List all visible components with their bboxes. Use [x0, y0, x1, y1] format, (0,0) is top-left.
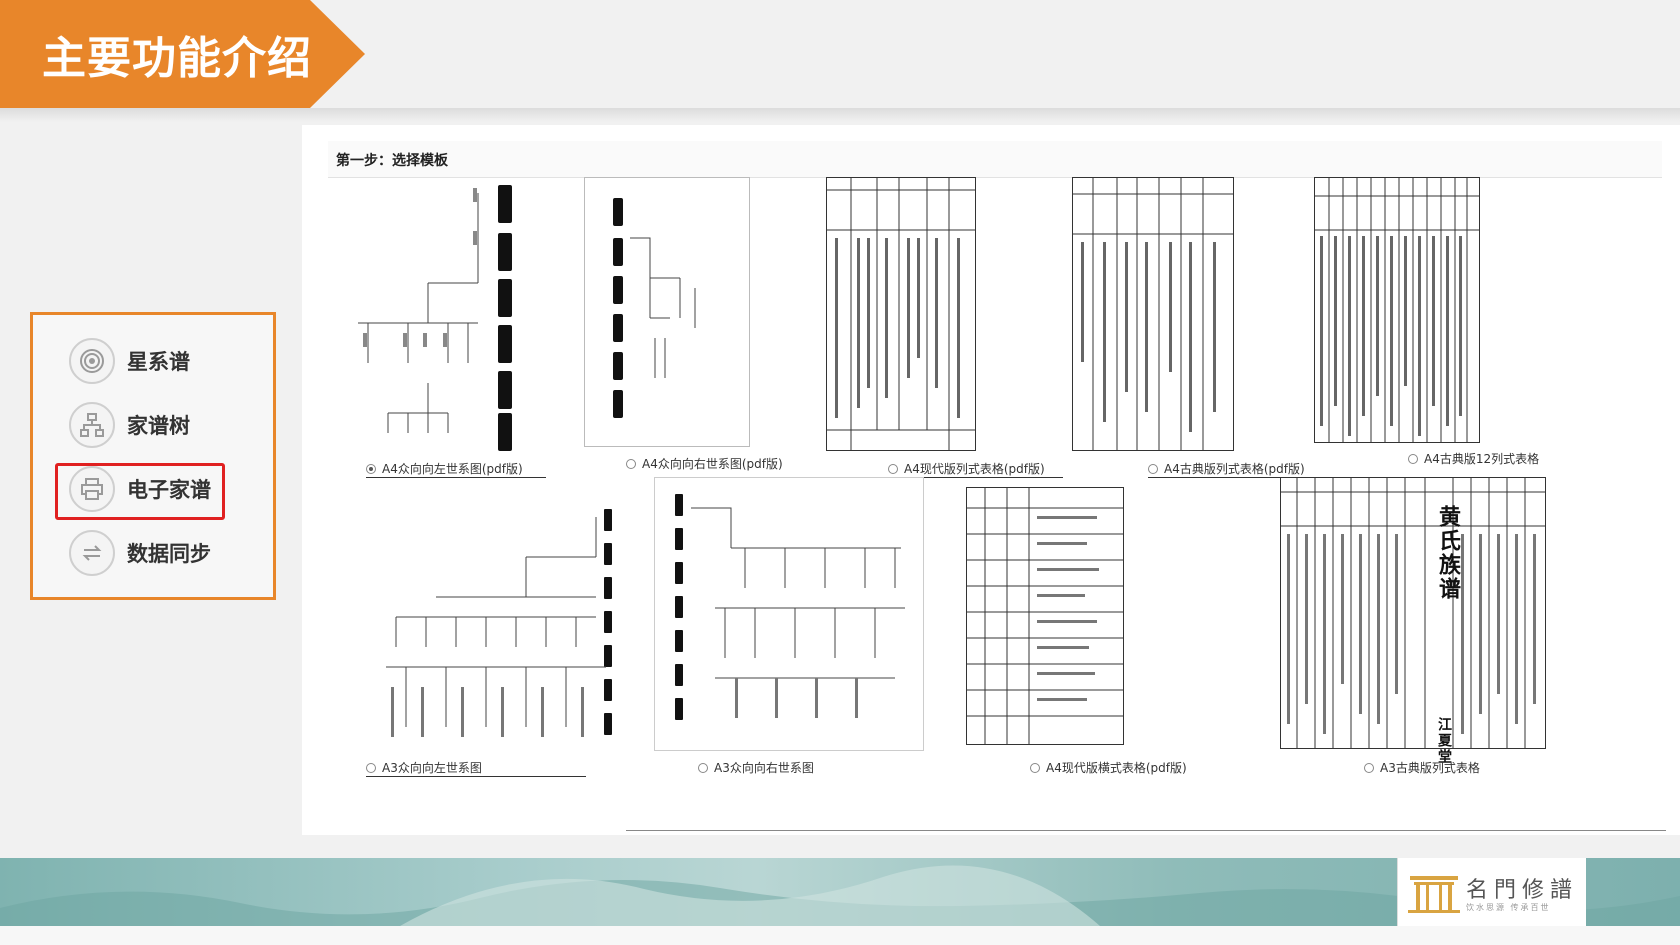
template-thumb-a4-classic-column[interactable]: [1072, 177, 1234, 451]
step-header: 第一步：选择模板: [328, 141, 1662, 178]
template-option-a4-modern-row[interactable]: A4现代版横式表格(pdf版): [1030, 759, 1187, 776]
radio-button[interactable]: [1030, 762, 1040, 773]
option-label: A4现代版横式表格(pdf版): [1046, 761, 1187, 775]
brand-logo: 名門修譜 饮水思源 传承百世: [1397, 858, 1586, 926]
template-option-a4-modern-column[interactable]: A4现代版列式表格(pdf版): [888, 460, 1045, 477]
template-thumb-a4-left[interactable]: [348, 183, 520, 463]
header-shadow: [0, 108, 1680, 122]
preview-title: 黄氏族谱: [1435, 505, 1461, 601]
step-label: 第一步：选择模板: [336, 153, 448, 169]
template-option-a4-classic-column[interactable]: A4古典版列式表格(pdf版): [1148, 460, 1305, 477]
preview-hall: 江夏堂: [1436, 717, 1452, 765]
template-thumb-a3-right[interactable]: [654, 477, 924, 751]
template-thumb-a4-right[interactable]: [584, 177, 750, 447]
menu-item-label: 电子家谱: [127, 478, 211, 502]
logo-tagline: 饮水思源 传承百世: [1466, 903, 1551, 912]
template-thumb-a4-modern-row[interactable]: [966, 487, 1124, 745]
option-label: A3古典版列式表格: [1380, 761, 1480, 775]
radio-button[interactable]: [1148, 463, 1158, 474]
template-option-a4-left[interactable]: A4众向向左世系图(pdf版): [366, 460, 523, 477]
gate-icon: [1408, 876, 1460, 913]
option-label: A3众向向右世系图: [714, 761, 814, 775]
radio-button[interactable]: [1364, 762, 1374, 773]
printer-icon: [69, 466, 115, 512]
template-option-a3-left[interactable]: A3众向向左世系图: [366, 759, 482, 776]
radio-button[interactable]: [1408, 453, 1418, 464]
radio-button[interactable]: [366, 762, 376, 773]
bottom-strip: [0, 926, 1680, 945]
galaxy-icon: [69, 338, 115, 384]
template-option-a3-right[interactable]: A3众向向右世系图: [698, 759, 814, 776]
menu-item-e-genealogy[interactable]: 电子家谱: [69, 463, 211, 515]
option-label: A4众向向左世系图(pdf版): [382, 462, 523, 476]
menu-item-label: 家谱树: [127, 414, 190, 438]
template-thumb-a4-modern-column[interactable]: [826, 177, 976, 451]
radio-button[interactable]: [626, 458, 636, 469]
option-label: A4现代版列式表格(pdf版): [904, 462, 1045, 476]
template-option-a3-classic-column[interactable]: A3古典版列式表格: [1364, 759, 1480, 776]
logo-text: 名門修譜: [1466, 878, 1579, 903]
tree-icon: [69, 402, 115, 448]
option-label: A4众向向右世系图(pdf版): [642, 457, 783, 471]
radio-button[interactable]: [888, 463, 898, 474]
sync-icon: [69, 530, 115, 576]
feature-menu: 星系谱 家谱树 电子家谱 数据同步: [30, 312, 276, 600]
menu-item-label: 数据同步: [127, 542, 211, 566]
template-thumb-a3-classic-column[interactable]: [1280, 477, 1546, 749]
radio-button[interactable]: [366, 463, 376, 474]
template-option-a4-right[interactable]: A4众向向右世系图(pdf版): [626, 455, 783, 472]
option-label: A4古典版12列式表格: [1424, 452, 1540, 466]
divider: [366, 776, 586, 777]
menu-item-galaxy[interactable]: 星系谱: [69, 335, 190, 387]
menu-item-data-sync[interactable]: 数据同步: [69, 527, 211, 579]
menu-item-label: 星系谱: [127, 350, 190, 374]
template-panel: 第一步：选择模板 A4众向向左世系图(pdf版) A4众向向右世系图(pdf版)…: [302, 125, 1680, 835]
page-title: 主要功能介绍: [42, 33, 312, 84]
option-label: A4古典版列式表格(pdf版): [1164, 462, 1305, 476]
option-label: A3众向向左世系图: [382, 761, 482, 775]
divider: [366, 477, 546, 478]
radio-button[interactable]: [698, 762, 708, 773]
template-thumb-a4-classic-12[interactable]: [1314, 177, 1480, 443]
template-thumb-a3-left[interactable]: [366, 507, 622, 767]
menu-item-family-tree[interactable]: 家谱树: [69, 399, 190, 451]
divider: [626, 830, 1666, 831]
template-option-a4-classic-12[interactable]: A4古典版12列式表格: [1408, 450, 1539, 467]
